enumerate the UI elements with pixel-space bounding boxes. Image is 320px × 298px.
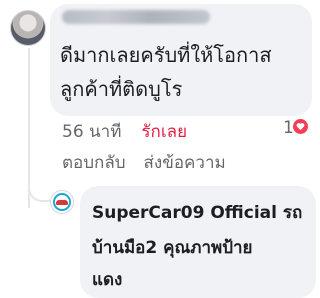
reply-button[interactable]: ตอบกลับ bbox=[62, 149, 126, 176]
commenter-name-redacted[interactable] bbox=[62, 10, 210, 24]
comment-text-line-2: ลูกค้าที่ติดบูโร bbox=[60, 77, 183, 101]
reply-text-line-3: แดง bbox=[92, 270, 123, 290]
send-message-button[interactable]: ส่งข้อความ bbox=[144, 149, 226, 176]
car-logo-icon bbox=[56, 200, 68, 205]
comment-timestamp[interactable]: 56 นาที bbox=[62, 118, 121, 145]
love-reaction-button[interactable]: รักเลย bbox=[141, 118, 187, 145]
comment-meta: 56 นาที รักเลย bbox=[62, 118, 187, 145]
comment-actions: ตอบกลับ ส่งข้อความ bbox=[62, 149, 226, 176]
heart-icon[interactable] bbox=[293, 119, 308, 134]
comment-text-line-1: ดีมากเลยครับที่ให้โอกาส bbox=[60, 43, 272, 67]
reply-text-line-1: SuperCar09 Official รถ bbox=[92, 203, 303, 223]
reply-thread-curve bbox=[28, 180, 50, 202]
reply-text-line-2: บ้านมือ2 คุณภาพป้าย bbox=[92, 238, 253, 258]
comment-bubble: ดีมากเลยครับที่ให้โอกาส ลูกค้าที่ติดบูโร bbox=[50, 4, 312, 116]
commenter-avatar[interactable] bbox=[10, 10, 46, 46]
reply-bubble: SuperCar09 Official รถ บ้านมือ2 คุณภาพป้… bbox=[80, 186, 316, 298]
page-avatar[interactable] bbox=[50, 190, 74, 214]
